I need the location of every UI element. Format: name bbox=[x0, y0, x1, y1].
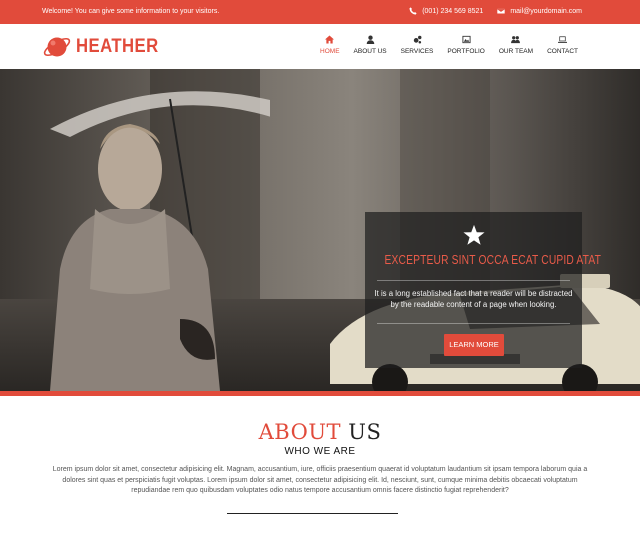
email-info: mail@yourdomain.com bbox=[497, 7, 582, 15]
laptop-icon bbox=[558, 36, 568, 43]
nav-portfolio-label: PORTFOLIO bbox=[447, 48, 485, 55]
nav-home-label: HOME bbox=[320, 48, 340, 55]
nav-our-team[interactable]: OUR TEAM bbox=[492, 35, 540, 55]
site-logo[interactable]: HEATHER bbox=[42, 34, 170, 60]
about-title: ABOUT US bbox=[0, 420, 640, 444]
phone-number[interactable]: (001) 234 569 8521 bbox=[422, 8, 483, 15]
users-icon bbox=[511, 36, 521, 44]
nav-about-label: ABOUT US bbox=[353, 48, 387, 55]
nav-services[interactable]: SERVICES bbox=[394, 35, 441, 55]
nav-contact-label: CONTACT bbox=[547, 48, 578, 55]
section-divider bbox=[227, 513, 398, 514]
gears-icon bbox=[413, 35, 421, 44]
caption-divider bbox=[377, 323, 570, 324]
logo-icon bbox=[43, 37, 71, 57]
picture-icon bbox=[462, 35, 471, 44]
brand-name: HEATHER bbox=[76, 36, 159, 57]
slide-text: It is a long established fact that a rea… bbox=[374, 289, 573, 309]
site-header: HEATHER HOME ABOUT US SERVICES PORTFOLIO… bbox=[0, 24, 640, 69]
welcome-message: Welcome! You can give some information t… bbox=[42, 8, 220, 15]
slide-title: EXCEPTEUR SINT OCCA ECAT CUPID ATAT bbox=[384, 253, 602, 267]
nav-portfolio[interactable]: PORTFOLIO bbox=[440, 35, 491, 55]
user-icon bbox=[366, 35, 374, 44]
star-icon bbox=[463, 224, 485, 245]
main-nav: HOME ABOUT US SERVICES PORTFOLIO OUR TEA… bbox=[313, 35, 585, 55]
about-title-accent: ABOUT bbox=[258, 420, 342, 444]
email-address[interactable]: mail@yourdomain.com bbox=[510, 8, 582, 15]
about-section: ABOUT US WHO WE ARE Lorem ipsum dolor si… bbox=[0, 396, 640, 538]
nav-services-label: SERVICES bbox=[400, 48, 434, 55]
home-icon bbox=[325, 35, 335, 44]
caption-divider bbox=[377, 280, 570, 281]
contact-info: (001) 234 569 8521 mail@yourdomain.com bbox=[409, 7, 582, 15]
phone-info: (001) 234 569 8521 bbox=[409, 7, 483, 15]
about-title-rest: US bbox=[348, 420, 382, 444]
woman-with-umbrella-image bbox=[50, 91, 270, 391]
nav-team-label: OUR TEAM bbox=[498, 48, 534, 55]
envelope-icon bbox=[497, 8, 506, 15]
nav-about-us[interactable]: ABOUT US bbox=[347, 35, 394, 55]
top-bar: Welcome! You can give some information t… bbox=[0, 0, 640, 24]
about-subtitle: WHO WE ARE bbox=[284, 446, 356, 457]
phone-icon bbox=[409, 7, 417, 15]
nav-contact[interactable]: CONTACT bbox=[540, 35, 585, 55]
about-body: Lorem ipsum dolor sit amet, consectetur … bbox=[52, 466, 588, 494]
learn-more-button[interactable]: LEARN MORE bbox=[444, 334, 504, 356]
slide-caption: EXCEPTEUR SINT OCCA ECAT CUPID ATAT It i… bbox=[365, 212, 602, 368]
nav-home[interactable]: HOME bbox=[313, 35, 347, 55]
hero-slider: EXCEPTEUR SINT OCCA ECAT CUPID ATAT It i… bbox=[0, 69, 640, 391]
